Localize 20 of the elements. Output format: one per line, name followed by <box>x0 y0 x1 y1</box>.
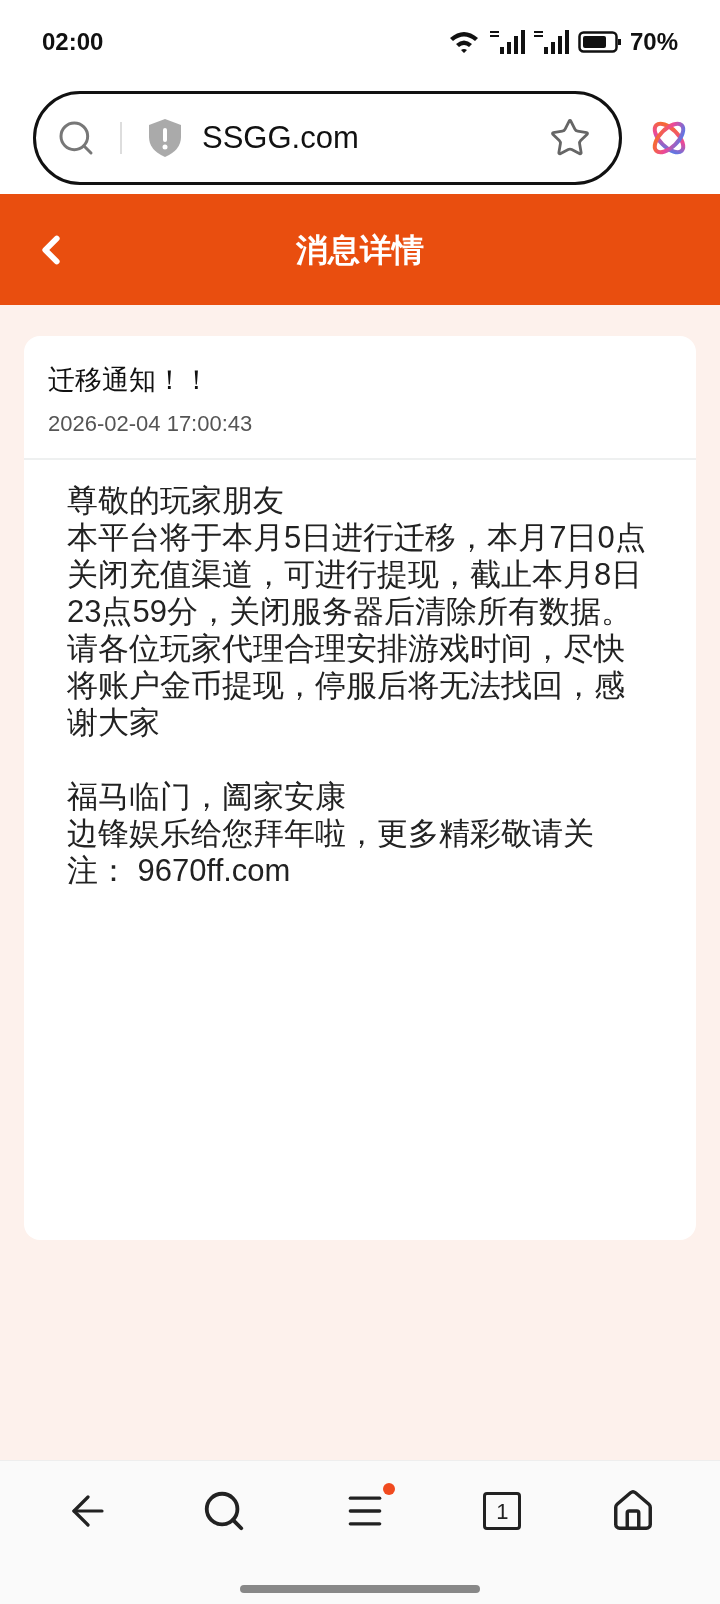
address-bar[interactable]: SSGG.com <box>33 91 622 185</box>
battery-icon <box>577 30 622 54</box>
message-text: 谢大家 <box>67 703 161 741</box>
message-time: 2026-02-04 17:00:43 <box>48 409 254 438</box>
message-text: 请各位玩家代理合理安排游戏时间，尽快 <box>67 629 626 667</box>
signal-icon <box>533 29 570 55</box>
message-text: 23点59分，关闭服务器后清除所有数据。 <box>67 592 633 630</box>
message-text: 尊敬的玩家朋友 <box>67 481 285 519</box>
message-text: 关闭充值渠道，可进行提现，截止本月8日 <box>67 555 644 593</box>
page-title: 消息详情 <box>295 230 425 270</box>
message-text: 边锋娱乐给您拜年啦，更多精彩敬请关 <box>67 814 595 852</box>
signal-icon <box>489 29 526 55</box>
battery-level: 70% <box>629 27 678 57</box>
status-time: 02:00 <box>42 27 104 57</box>
message-text: 将账户金币提现，停服后将无法找回，感 <box>67 666 626 704</box>
message-text: 注： 9670ff.com <box>67 851 292 889</box>
message-text: 本平台将于本月5日进行迁移，本月7日0点 <box>67 518 647 556</box>
message-text: 福马临门，阖家安康 <box>67 777 347 815</box>
message-title: 迁移通知！！ <box>48 364 211 397</box>
tabs-button[interactable]: 1 <box>483 1492 522 1530</box>
